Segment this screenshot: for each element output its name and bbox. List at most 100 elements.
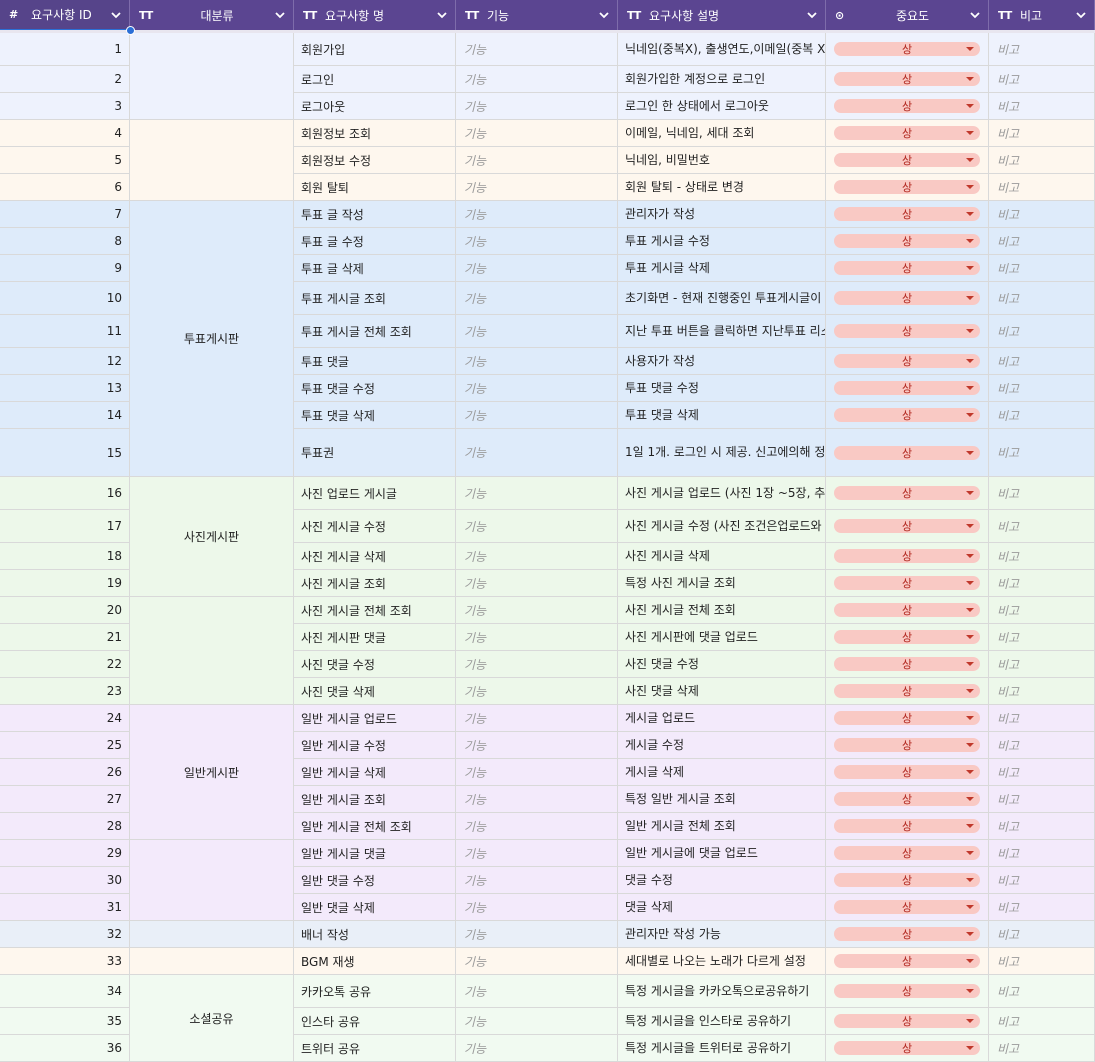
note-cell[interactable]: 비고 xyxy=(989,651,1095,678)
function-cell[interactable]: 기능 xyxy=(456,570,618,597)
importance-select[interactable]: 상 xyxy=(834,1041,980,1055)
selection-handle[interactable] xyxy=(126,26,135,35)
requirement-name-cell[interactable]: 일반 게시글 조회 xyxy=(294,786,456,813)
function-cell[interactable]: 기능 xyxy=(456,840,618,867)
description-cell[interactable]: 사진 게시글 삭제 xyxy=(618,543,826,570)
importance-select[interactable]: 상 xyxy=(834,1014,980,1028)
note-cell[interactable]: 비고 xyxy=(989,894,1095,921)
requirement-id-cell[interactable]: 19 xyxy=(0,570,130,597)
description-cell[interactable]: 관리자만 작성 가능 xyxy=(618,921,826,948)
note-cell[interactable]: 비고 xyxy=(989,1035,1095,1062)
dropdown-caret-icon[interactable] xyxy=(966,491,974,495)
description-cell[interactable]: 게시글 수정 xyxy=(618,732,826,759)
function-cell[interactable]: 기능 xyxy=(456,759,618,786)
chevron-down-icon[interactable] xyxy=(597,8,611,22)
importance-select[interactable]: 상 xyxy=(834,486,980,500)
description-cell[interactable]: 회원가입한 계정으로 로그인 xyxy=(618,66,826,93)
category-cell[interactable] xyxy=(130,33,294,120)
requirement-name-cell[interactable]: 일반 게시글 댓글 xyxy=(294,840,456,867)
dropdown-caret-icon[interactable] xyxy=(966,743,974,747)
requirement-id-cell[interactable]: 11 xyxy=(0,315,130,348)
importance-cell[interactable]: 상 xyxy=(826,813,989,840)
description-cell[interactable]: 특정 게시글을 카카오톡으로 공유하기 xyxy=(618,975,826,1008)
importance-select[interactable]: 상 xyxy=(834,873,980,887)
description-cell[interactable]: 로그인 한 상태에서 로그아웃 xyxy=(618,93,826,120)
requirement-id-cell[interactable]: 13 xyxy=(0,375,130,402)
importance-select[interactable]: 상 xyxy=(834,381,980,395)
category-cell[interactable] xyxy=(130,840,294,921)
category-cell[interactable] xyxy=(130,921,294,948)
function-cell[interactable]: 기능 xyxy=(456,147,618,174)
requirement-id-cell[interactable]: 31 xyxy=(0,894,130,921)
importance-cell[interactable]: 상 xyxy=(826,705,989,732)
category-cell[interactable]: 일반게시판 xyxy=(130,705,294,840)
requirement-name-cell[interactable]: 로그인 xyxy=(294,66,456,93)
note-cell[interactable]: 비고 xyxy=(989,786,1095,813)
requirement-name-cell[interactable]: 투표 댓글 xyxy=(294,348,456,375)
category-cell[interactable] xyxy=(130,597,294,705)
requirement-name-cell[interactable]: 투표 게시글 전체 조회 xyxy=(294,315,456,348)
function-cell[interactable]: 기능 xyxy=(456,255,618,282)
function-cell[interactable]: 기능 xyxy=(456,543,618,570)
dropdown-caret-icon[interactable] xyxy=(966,47,974,51)
requirement-name-cell[interactable]: 트위터 공유 xyxy=(294,1035,456,1062)
dropdown-caret-icon[interactable] xyxy=(966,959,974,963)
note-cell[interactable]: 비고 xyxy=(989,348,1095,375)
requirement-id-cell[interactable]: 30 xyxy=(0,867,130,894)
dropdown-caret-icon[interactable] xyxy=(966,662,974,666)
description-cell[interactable]: 관리자가 작성 xyxy=(618,201,826,228)
importance-select[interactable]: 상 xyxy=(834,900,980,914)
importance-cell[interactable]: 상 xyxy=(826,1008,989,1035)
note-cell[interactable]: 비고 xyxy=(989,705,1095,732)
function-cell[interactable]: 기능 xyxy=(456,201,618,228)
requirement-id-cell[interactable]: 12 xyxy=(0,348,130,375)
function-cell[interactable]: 기능 xyxy=(456,93,618,120)
function-cell[interactable]: 기능 xyxy=(456,1008,618,1035)
dropdown-caret-icon[interactable] xyxy=(966,824,974,828)
function-cell[interactable]: 기능 xyxy=(456,282,618,315)
requirement-name-cell[interactable]: 회원정보 수정 xyxy=(294,147,456,174)
note-cell[interactable]: 비고 xyxy=(989,840,1095,867)
requirement-id-cell[interactable]: 2 xyxy=(0,66,130,93)
requirement-id-cell[interactable]: 24 xyxy=(0,705,130,732)
importance-cell[interactable]: 상 xyxy=(826,840,989,867)
importance-select[interactable]: 상 xyxy=(834,207,980,221)
dropdown-caret-icon[interactable] xyxy=(966,554,974,558)
column-header-3[interactable]: TT 기능 xyxy=(456,0,618,30)
importance-cell[interactable]: 상 xyxy=(826,759,989,786)
note-cell[interactable]: 비고 xyxy=(989,678,1095,705)
requirement-id-cell[interactable]: 29 xyxy=(0,840,130,867)
chevron-down-icon[interactable] xyxy=(968,8,982,22)
importance-cell[interactable]: 상 xyxy=(826,651,989,678)
importance-select[interactable]: 상 xyxy=(834,576,980,590)
note-cell[interactable]: 비고 xyxy=(989,948,1095,975)
importance-cell[interactable]: 상 xyxy=(826,66,989,93)
chevron-down-icon[interactable] xyxy=(1074,8,1088,22)
chevron-down-icon[interactable] xyxy=(273,8,287,22)
note-cell[interactable]: 비고 xyxy=(989,402,1095,429)
note-cell[interactable]: 비고 xyxy=(989,624,1095,651)
column-header-1[interactable]: TT 대분류 xyxy=(130,0,294,30)
importance-cell[interactable]: 상 xyxy=(826,948,989,975)
note-cell[interactable]: 비고 xyxy=(989,33,1095,66)
function-cell[interactable]: 기능 xyxy=(456,867,618,894)
requirement-id-cell[interactable]: 16 xyxy=(0,477,130,510)
dropdown-caret-icon[interactable] xyxy=(966,878,974,882)
requirement-id-cell[interactable]: 4 xyxy=(0,120,130,147)
importance-cell[interactable]: 상 xyxy=(826,477,989,510)
importance-select[interactable]: 상 xyxy=(834,738,980,752)
function-cell[interactable]: 기능 xyxy=(456,975,618,1008)
requirement-name-cell[interactable]: 사진 게시글 삭제 xyxy=(294,543,456,570)
note-cell[interactable]: 비고 xyxy=(989,282,1095,315)
description-cell[interactable]: 1일 1개. 로그인 시 제공. 신고에의해 정지기간동안 투표 자격 정지.소… xyxy=(618,429,826,477)
requirement-name-cell[interactable]: 사진 게시글 조회 xyxy=(294,570,456,597)
dropdown-caret-icon[interactable] xyxy=(966,608,974,612)
dropdown-caret-icon[interactable] xyxy=(966,131,974,135)
description-cell[interactable]: 초기화면 - 현재 진행중인 투표게시글이 열린 상태로 보임. xyxy=(618,282,826,315)
note-cell[interactable]: 비고 xyxy=(989,228,1095,255)
requirement-id-cell[interactable]: 10 xyxy=(0,282,130,315)
function-cell[interactable]: 기능 xyxy=(456,429,618,477)
importance-select[interactable]: 상 xyxy=(834,984,980,998)
function-cell[interactable]: 기능 xyxy=(456,402,618,429)
importance-select[interactable]: 상 xyxy=(834,261,980,275)
